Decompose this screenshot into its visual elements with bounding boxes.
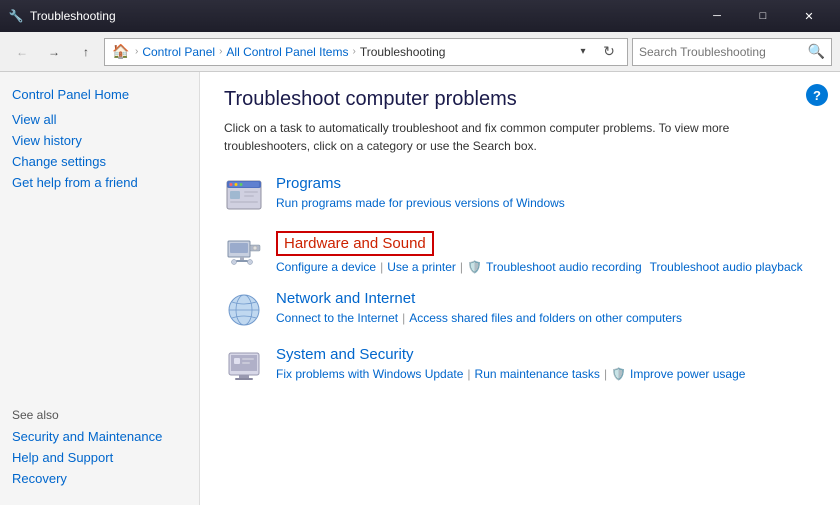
category-system-security: System and Security Fix problems with Wi… <box>224 346 816 386</box>
refresh-button[interactable]: ↻ <box>597 40 621 64</box>
windows-update-link[interactable]: Fix problems with Windows Update <box>276 367 463 381</box>
window-title: Troubleshooting <box>30 9 694 23</box>
sidebar-home-section: Control Panel Home <box>0 84 199 105</box>
search-box[interactable]: 🔍 <box>632 38 832 66</box>
page-title: Troubleshoot computer problems <box>224 88 816 111</box>
address-bar: 🏠 › Control Panel › All Control Panel It… <box>104 38 628 66</box>
programs-title[interactable]: Programs <box>276 175 816 192</box>
configure-device-link[interactable]: Configure a device <box>276 260 376 274</box>
network-icon <box>224 290 264 330</box>
programs-info: Programs Run programs made for previous … <box>276 175 816 210</box>
access-shared-link[interactable]: Access shared files and folders on other… <box>409 311 682 325</box>
sidebar-change-settings[interactable]: Change settings <box>12 151 187 172</box>
category-hardware-sound: Hardware and Sound Configure a device | … <box>224 231 816 274</box>
title-bar: 🔧 Troubleshooting ─ □ ✕ <box>0 0 840 32</box>
sidebar-view-history[interactable]: View history <box>12 130 187 151</box>
system-security-icon <box>224 346 264 386</box>
see-also-label: See also <box>12 408 187 422</box>
system-security-links: Fix problems with Windows Update | Run m… <box>276 367 816 381</box>
category-network-internet: Network and Internet Connect to the Inte… <box>224 290 816 330</box>
address-sep-3: › <box>352 46 355 57</box>
sidebar-view-all[interactable]: View all <box>12 109 187 130</box>
sep3: | <box>402 311 405 325</box>
page-description: Click on a task to automatically trouble… <box>224 119 816 155</box>
search-icon: 🔍 <box>808 43 825 60</box>
connect-internet-link[interactable]: Connect to the Internet <box>276 311 398 325</box>
network-internet-links: Connect to the Internet | Access shared … <box>276 311 816 325</box>
sep1: | <box>380 260 383 274</box>
sep4: | <box>467 367 470 381</box>
shield-icon-1: 🛡️ <box>467 260 482 274</box>
hardware-sound-links: Configure a device | Use a printer | 🛡️ … <box>276 260 816 274</box>
app-icon: 🔧 <box>8 8 24 24</box>
address-all-items[interactable]: All Control Panel Items <box>226 45 348 59</box>
hardware-sound-info: Hardware and Sound Configure a device | … <box>276 231 816 274</box>
maintenance-tasks-link[interactable]: Run maintenance tasks <box>475 367 600 381</box>
sidebar-see-also: See also Security and Maintenance Help a… <box>0 400 199 493</box>
programs-subtitle: Run programs made for previous versions … <box>276 196 816 210</box>
troubleshoot-recording-link[interactable]: Troubleshoot audio recording <box>486 260 642 274</box>
help-button[interactable]: ? <box>806 84 828 106</box>
close-button[interactable]: ✕ <box>786 0 832 32</box>
window-controls: ─ □ ✕ <box>694 0 832 32</box>
minimize-button[interactable]: ─ <box>694 0 740 32</box>
sidebar: Control Panel Home View all View history… <box>0 72 200 505</box>
use-printer-link[interactable]: Use a printer <box>387 260 456 274</box>
troubleshoot-playback-link[interactable]: Troubleshoot audio playback <box>650 260 803 274</box>
up-button[interactable]: ↑ <box>72 38 100 66</box>
main-area: Control Panel Home View all View history… <box>0 72 840 505</box>
back-button[interactable]: ← <box>8 38 36 66</box>
dropdown-button[interactable]: ▾ <box>573 42 593 62</box>
network-internet-title[interactable]: Network and Internet <box>276 290 816 307</box>
sidebar-help-support[interactable]: Help and Support <box>12 447 187 468</box>
programs-subtitle-link[interactable]: Run programs made for previous versions … <box>276 196 565 210</box>
search-input[interactable] <box>639 45 804 59</box>
network-internet-info: Network and Internet Connect to the Inte… <box>276 290 816 325</box>
maximize-button[interactable]: □ <box>740 0 786 32</box>
power-usage-link[interactable]: Improve power usage <box>630 367 745 381</box>
content-area: ? Troubleshoot computer problems Click o… <box>200 72 840 505</box>
sidebar-security-maintenance[interactable]: Security and Maintenance <box>12 426 187 447</box>
address-current: Troubleshooting <box>360 45 446 59</box>
hardware-sound-title[interactable]: Hardware and Sound <box>276 231 434 256</box>
programs-icon <box>224 175 264 215</box>
home-icon-small: 🏠 <box>111 42 131 62</box>
system-security-title[interactable]: System and Security <box>276 346 816 363</box>
shield-icon-2: 🛡️ <box>611 367 626 381</box>
sep5: | <box>604 367 607 381</box>
address-sep-1: › <box>135 46 138 57</box>
address-control-panel[interactable]: Control Panel <box>142 45 215 59</box>
sidebar-links-section: View all View history Change settings Ge… <box>0 109 199 193</box>
address-sep-2: › <box>219 46 222 57</box>
sidebar-recovery[interactable]: Recovery <box>12 468 187 489</box>
nav-bar: ← → ↑ 🏠 › Control Panel › All Control Pa… <box>0 32 840 72</box>
system-security-info: System and Security Fix problems with Wi… <box>276 346 816 381</box>
sidebar-control-panel-home[interactable]: Control Panel Home <box>12 84 187 105</box>
sidebar-get-help[interactable]: Get help from a friend <box>12 172 187 193</box>
hardware-icon <box>224 231 264 271</box>
forward-button[interactable]: → <box>40 38 68 66</box>
category-programs: Programs Run programs made for previous … <box>224 175 816 215</box>
sep2: | <box>460 260 463 274</box>
